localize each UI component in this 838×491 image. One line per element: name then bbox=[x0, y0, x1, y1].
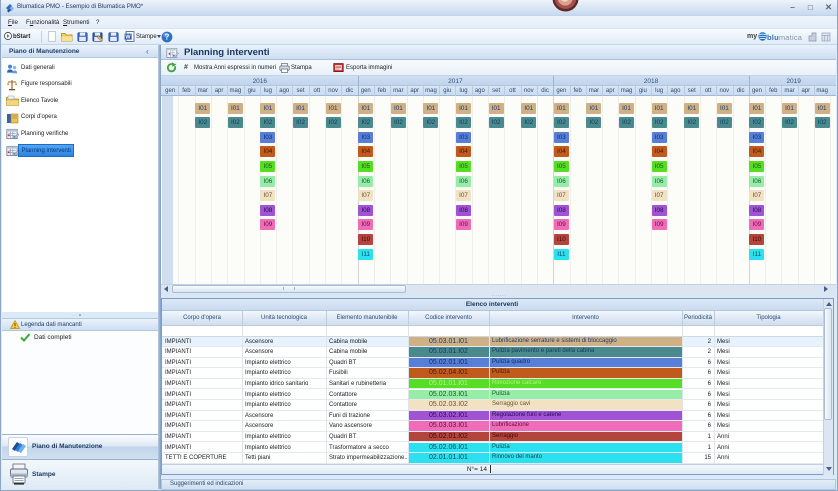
svg-text:W: W bbox=[125, 35, 131, 41]
svg-text:?: ? bbox=[165, 32, 170, 41]
